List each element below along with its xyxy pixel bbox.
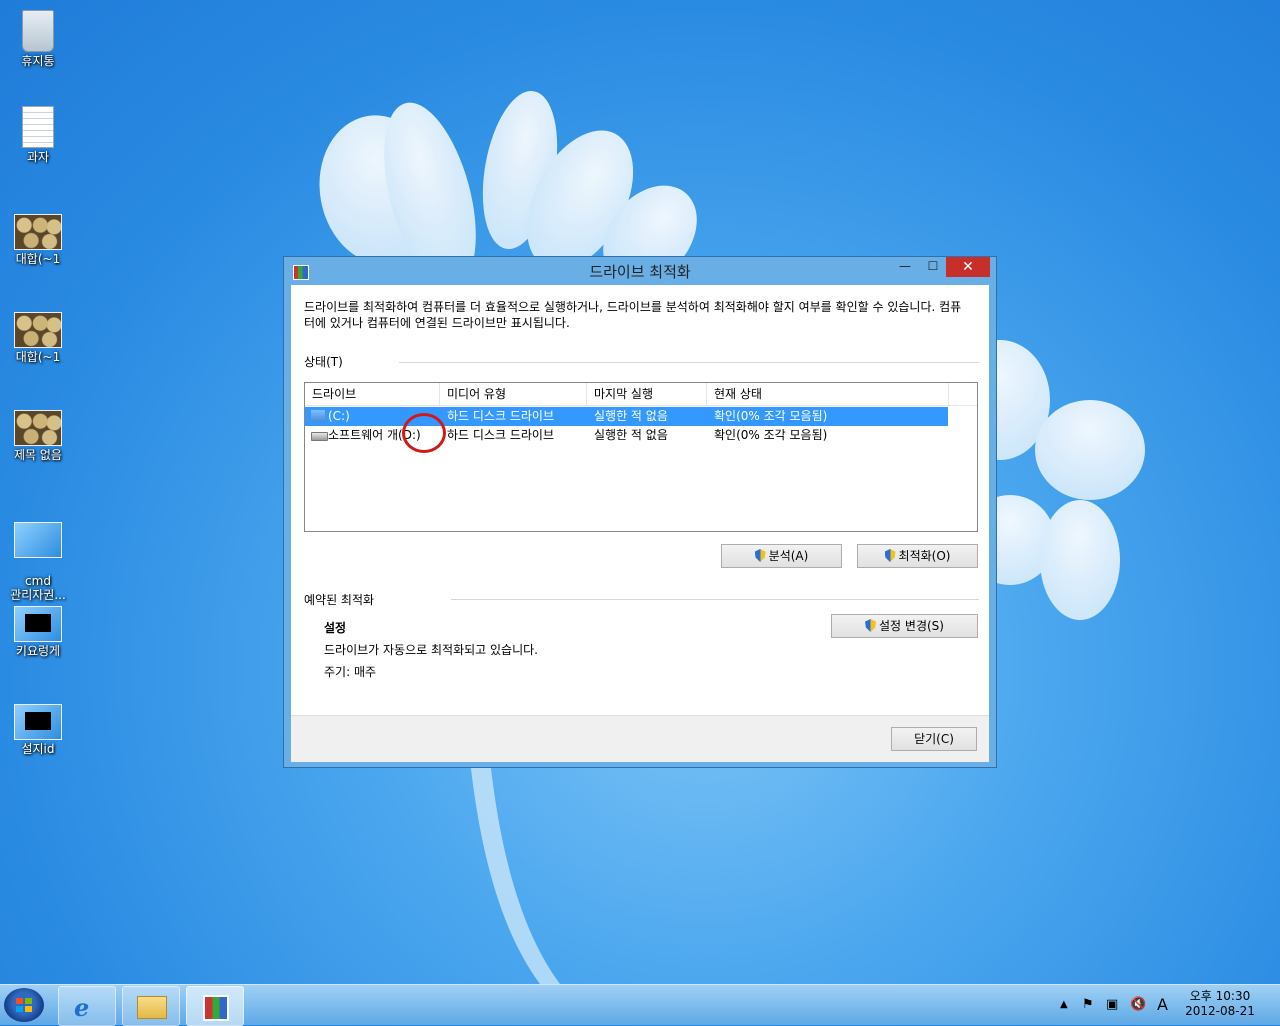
analyze-button[interactable]: 분석(A) bbox=[721, 544, 842, 568]
taskbar-internet-explorer[interactable]: e bbox=[58, 986, 116, 1026]
image-file-icon bbox=[14, 410, 62, 446]
recycle-bin-icon bbox=[22, 10, 54, 52]
frequency-text: 주기: 매주 bbox=[324, 665, 377, 679]
desktop-icon-label: 키요렁게 bbox=[15, 644, 61, 658]
volume-muted-icon[interactable]: 🔇 bbox=[1130, 985, 1146, 1025]
start-button[interactable] bbox=[4, 988, 44, 1022]
show-hidden-icons-button[interactable]: ▲ bbox=[1060, 985, 1068, 1025]
drive-last-run: 실행한 적 없음 bbox=[594, 428, 668, 442]
text-document-icon bbox=[22, 106, 54, 148]
column-header-media-type[interactable]: 미디어 유형 bbox=[440, 383, 587, 405]
drive-row-c[interactable]: (C:) 하드 디스크 드라이브 실행한 적 없음 확인(0% 조각 모음됨) bbox=[305, 407, 948, 426]
shortcut-icon bbox=[14, 704, 62, 740]
optimize-drives-window: 드라이브 최적화 — ☐ ✕ 드라이브를 최적화하여 컴퓨터를 더 효율적으로 … bbox=[283, 256, 997, 768]
desktop-icon-label: 과자 bbox=[26, 150, 50, 164]
shortcut-icon bbox=[14, 606, 62, 642]
drive-last-run: 실행한 적 없음 bbox=[594, 409, 668, 423]
column-header-current-status[interactable]: 현재 상태 bbox=[707, 383, 949, 405]
desktop-icon-label: 대합(~1 bbox=[15, 252, 61, 266]
dialog-footer: 닫기(C) bbox=[291, 715, 989, 762]
clock-date: 2012-08-21 bbox=[1185, 1004, 1255, 1018]
description-text: 드라이브를 최적화하여 컴퓨터를 더 효율적으로 실행하거나, 드라이브를 분석… bbox=[304, 300, 962, 330]
desktop-icon-label: 휴지통 bbox=[21, 54, 55, 68]
hard-drive-icon bbox=[311, 432, 328, 441]
optimize-button-label: 최적화(O) bbox=[898, 549, 951, 563]
window-client-area: 드라이브를 최적화하여 컴퓨터를 더 효율적으로 실행하거나, 드라이브를 분석… bbox=[291, 285, 989, 762]
scheduled-group-label: 예약된 최적화 bbox=[304, 593, 375, 607]
desktop-icon-label: 대합(~1 bbox=[15, 350, 61, 364]
taskbar-file-explorer[interactable] bbox=[122, 986, 180, 1026]
uac-shield-icon bbox=[884, 549, 896, 562]
desktop-icon-recycle-bin[interactable]: 휴지통 bbox=[0, 8, 76, 68]
desktop-icon-text-file[interactable]: 과자 bbox=[0, 106, 76, 164]
internet-explorer-icon: e bbox=[74, 993, 90, 1022]
window-title: 드라이브 최적화 bbox=[589, 263, 691, 281]
desktop-icon-shortcut-3[interactable]: 설지id bbox=[0, 696, 76, 756]
network-icon[interactable]: ▣ bbox=[1106, 985, 1118, 1025]
desktop-icon-image-2[interactable]: 대합(~1 bbox=[0, 304, 76, 364]
maximize-button[interactable]: ☐ bbox=[920, 257, 946, 277]
change-settings-button[interactable]: 설정 변경(S) bbox=[831, 614, 978, 638]
taskbar: e ▲ ⚑ ▣ 🔇 A 오후 10:30 2012-08-21 bbox=[0, 984, 1280, 1026]
drive-status: 확인(0% 조각 모음됨) bbox=[714, 409, 828, 423]
status-separator bbox=[399, 362, 979, 363]
ime-indicator[interactable]: A bbox=[1157, 985, 1168, 1025]
settings-status-text: 드라이브가 자동으로 최적화되고 있습니다. bbox=[324, 643, 538, 657]
desktop-icon-shortcut-2[interactable]: 키요렁게 bbox=[0, 598, 76, 658]
shortcut-icon bbox=[14, 522, 62, 558]
drive-row-d[interactable]: 소프트웨어 개(D:) 하드 디스크 드라이브 실행한 적 없음 확인(0% 조… bbox=[305, 426, 948, 445]
settings-heading: 설정 bbox=[324, 621, 347, 635]
action-center-flag-icon[interactable]: ⚑ bbox=[1082, 985, 1094, 1025]
uac-shield-icon bbox=[865, 619, 877, 632]
desktop-icon-label: 제목 없음 bbox=[14, 448, 62, 462]
drive-media-type: 하드 디스크 드라이브 bbox=[447, 428, 554, 442]
analyze-button-label: 분석(A) bbox=[768, 549, 809, 563]
drive-status: 확인(0% 조각 모음됨) bbox=[714, 428, 828, 442]
desktop-icon-image-3[interactable]: 제목 없음 bbox=[0, 402, 76, 462]
drive-list[interactable]: 드라이브 미디어 유형 마지막 실행 현재 상태 (C:) 하드 디스크 드라이… bbox=[304, 382, 978, 532]
column-header-last-run[interactable]: 마지막 실행 bbox=[587, 383, 707, 405]
scheduled-separator bbox=[451, 599, 979, 600]
taskbar-clock[interactable]: 오후 10:30 2012-08-21 bbox=[1180, 989, 1260, 1019]
drive-name: 소프트웨어 개(D:) bbox=[328, 428, 421, 442]
desktop-icon-image-1[interactable]: 대합(~1 bbox=[0, 206, 76, 266]
status-group-label: 상태(T) bbox=[304, 355, 343, 369]
desktop-icon-cmd-admin[interactable]: cmd 관리자권... bbox=[0, 500, 76, 602]
taskbar-optimize-drives[interactable] bbox=[186, 986, 244, 1026]
folder-icon bbox=[137, 996, 167, 1019]
drive-media-type: 하드 디스크 드라이브 bbox=[447, 409, 554, 423]
title-bar[interactable]: 드라이브 최적화 — ☐ ✕ bbox=[284, 257, 996, 285]
minimize-button[interactable]: — bbox=[892, 257, 918, 277]
clock-time: 오후 10:30 bbox=[1189, 989, 1251, 1003]
system-drive-icon bbox=[311, 410, 325, 422]
drive-list-header: 드라이브 미디어 유형 마지막 실행 현재 상태 bbox=[305, 383, 977, 406]
desktop-icon-label: 설지id bbox=[21, 742, 55, 756]
close-window-button[interactable]: ✕ bbox=[946, 257, 990, 277]
column-header-drive[interactable]: 드라이브 bbox=[305, 383, 440, 405]
close-button[interactable]: 닫기(C) bbox=[891, 727, 977, 751]
uac-shield-icon bbox=[754, 549, 766, 562]
image-file-icon bbox=[14, 312, 62, 348]
image-file-icon bbox=[14, 214, 62, 250]
defrag-app-icon bbox=[203, 995, 229, 1021]
drive-name: (C:) bbox=[328, 409, 350, 423]
change-settings-button-label: 설정 변경(S) bbox=[879, 619, 944, 633]
optimize-button[interactable]: 최적화(O) bbox=[857, 544, 978, 568]
